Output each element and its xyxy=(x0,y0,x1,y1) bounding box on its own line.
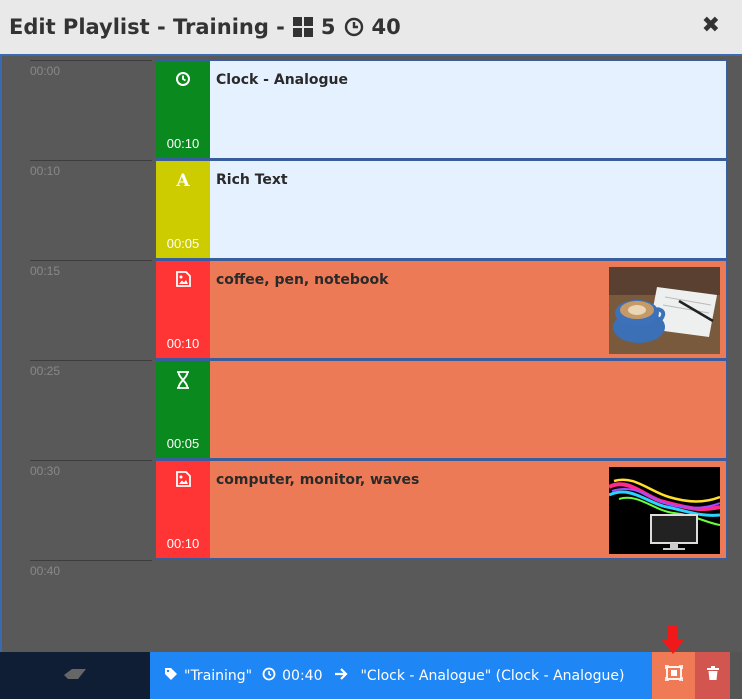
close-button[interactable]: ✖ xyxy=(702,14,720,38)
image-thumbnail xyxy=(609,467,720,554)
clock-icon xyxy=(344,17,364,37)
playlist-footer: "Training" 00:40 "Clock - Analogue" (Clo… xyxy=(0,652,742,699)
widgets-grid-icon xyxy=(292,17,313,37)
red-arrow-indicator xyxy=(662,626,684,659)
fit-screen-icon xyxy=(663,664,684,686)
playlist-item-image-coffee[interactable]: 00:10 coffee, pen, notebook xyxy=(155,260,727,359)
trash-icon xyxy=(706,666,719,685)
image-icon xyxy=(156,271,210,292)
timeline-tick: 00:25 xyxy=(30,360,152,378)
item-type-strip: 00:10 xyxy=(156,61,210,158)
tag-icon xyxy=(164,667,178,685)
timeline-tick: 00:00 xyxy=(30,60,152,78)
item-name: coffee, pen, notebook xyxy=(216,272,389,288)
playlist-tag: "Training" xyxy=(184,667,253,684)
item-name: Clock - Analogue xyxy=(216,72,349,88)
image-icon xyxy=(156,471,210,492)
item-type-strip: 00:05 xyxy=(156,361,210,458)
playlist-item-rich-text[interactable]: A 00:05 Rich Text xyxy=(155,160,727,259)
item-name xyxy=(210,361,222,458)
item-name: computer, monitor, waves xyxy=(216,472,420,488)
timeline-tick: 00:10 xyxy=(30,160,152,178)
svg-text:A: A xyxy=(175,171,190,189)
widget-count: 5 xyxy=(320,15,336,39)
item-duration: 00:10 xyxy=(166,536,200,551)
item-duration: 00:05 xyxy=(166,236,200,251)
hourglass-icon xyxy=(156,371,210,394)
item-duration: 00:10 xyxy=(166,136,200,151)
playlist-item-hourglass[interactable]: 00:05 xyxy=(155,360,727,459)
image-thumbnail xyxy=(609,267,720,354)
clock-icon xyxy=(156,71,210,92)
item-name: Rich Text xyxy=(216,172,288,188)
selected-widget-info: "Training" 00:40 "Clock - Analogue" (Clo… xyxy=(150,652,652,699)
item-duration: 00:10 xyxy=(166,336,200,351)
item-duration: 00:05 xyxy=(166,436,200,451)
playlist-item-clock[interactable]: 00:10 Clock - Analogue xyxy=(155,60,727,159)
timeline-tick: 00:40 xyxy=(30,560,152,578)
clock-icon xyxy=(262,667,276,685)
selected-widget-name: "Clock - Analogue" (Clock - Analogue) xyxy=(360,667,625,684)
timeline-tick: 00:15 xyxy=(30,260,152,278)
modal-title: Edit Playlist - Training - 5 40 xyxy=(9,15,401,39)
item-type-strip: A 00:05 xyxy=(156,161,210,258)
modal-title-text: Edit Playlist - Training - xyxy=(9,15,285,39)
item-type-strip: 00:10 xyxy=(156,461,210,558)
delete-button[interactable] xyxy=(695,652,730,699)
playlist-item-image-computer[interactable]: 00:10 computer, monitor, waves xyxy=(155,460,727,559)
arrow-right-icon xyxy=(334,667,349,684)
eraser-icon[interactable] xyxy=(64,667,86,685)
footer-duration: 00:40 xyxy=(282,667,323,684)
item-type-strip: 00:10 xyxy=(156,261,210,358)
modal-header: Edit Playlist - Training - 5 40 ✖ xyxy=(0,0,742,54)
timeline-tick: 00:30 xyxy=(30,460,152,478)
playlist-duration: 40 xyxy=(371,15,401,39)
footer-tool-area xyxy=(0,652,150,699)
fit-to-screen-button[interactable] xyxy=(652,652,695,699)
font-icon: A xyxy=(156,171,210,194)
